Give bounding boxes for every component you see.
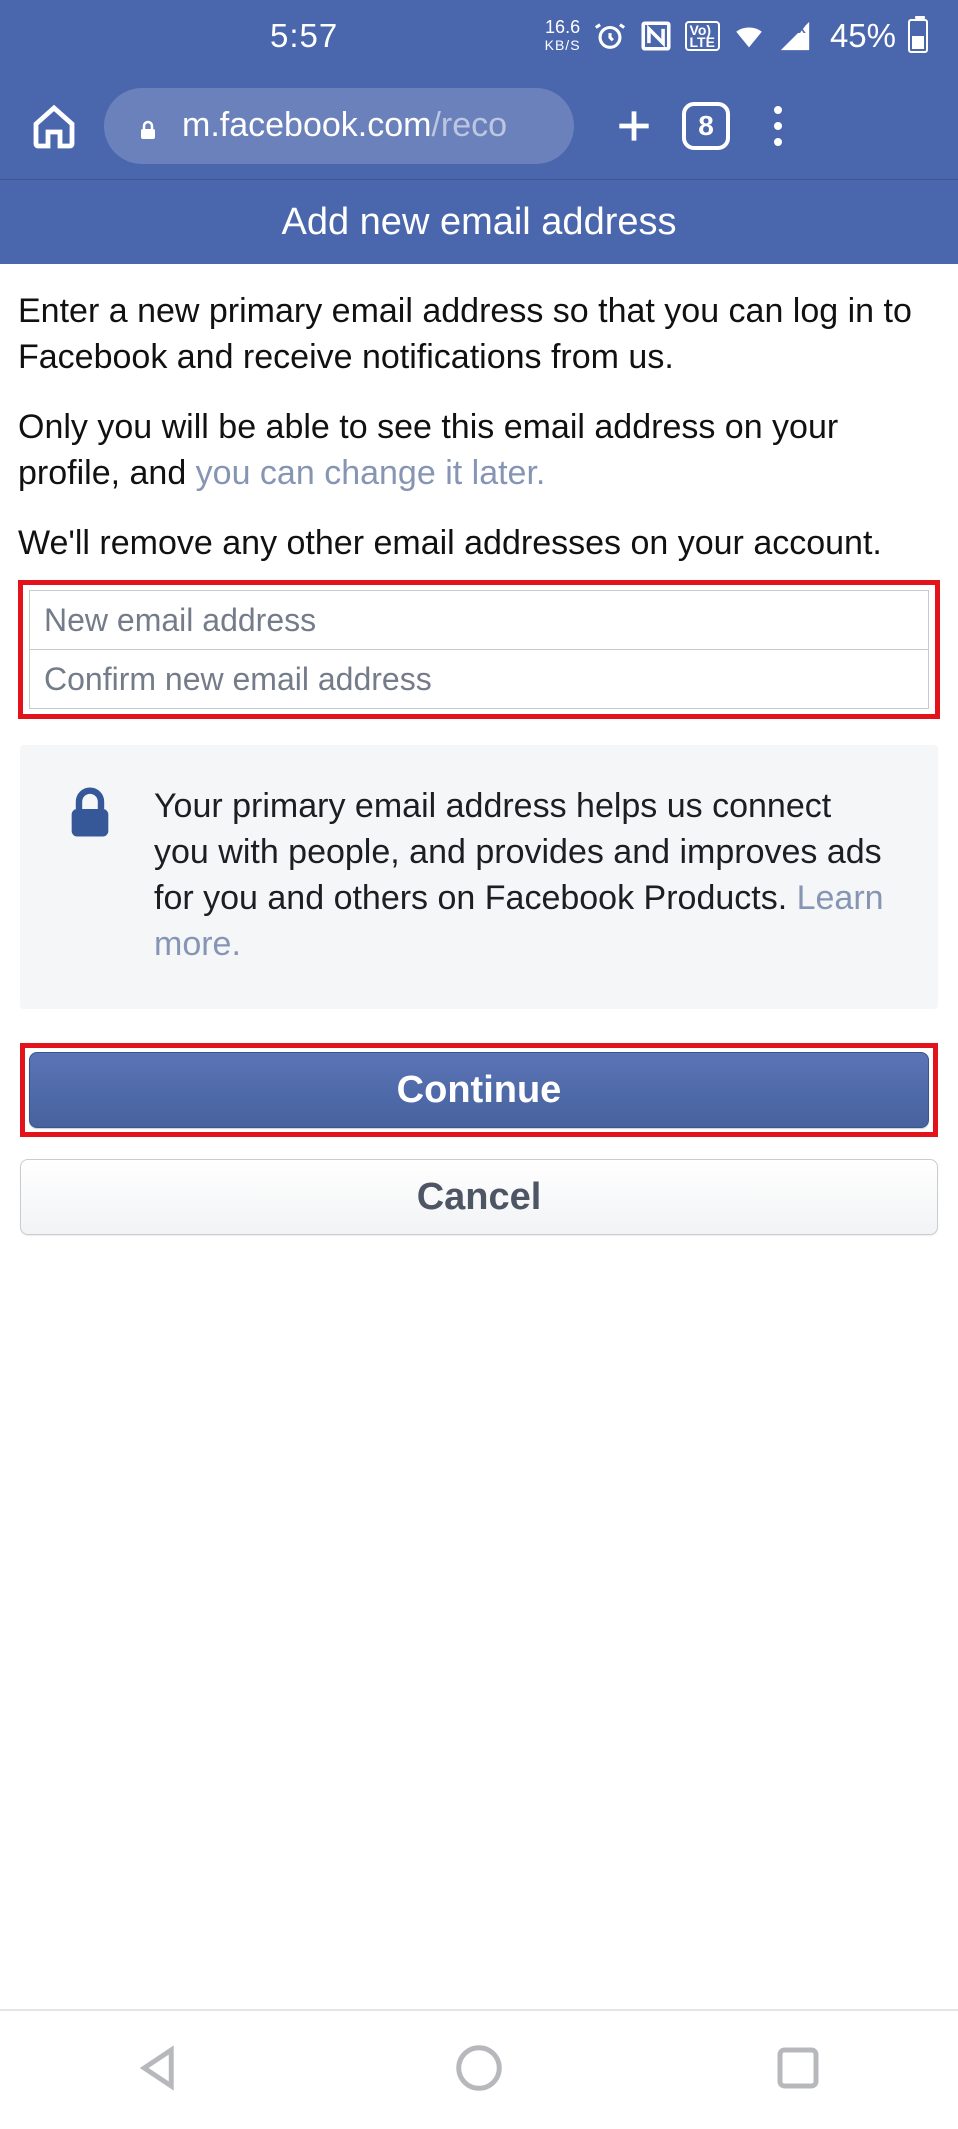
continue-button-highlight: Continue — [20, 1043, 938, 1137]
lock-icon — [136, 112, 160, 140]
url-text: m.facebook.com/reco — [182, 106, 507, 145]
browser-toolbar: m.facebook.com/reco 8 — [0, 72, 958, 180]
confirm-email-input[interactable] — [44, 650, 914, 708]
home-nav-button[interactable] — [452, 2041, 506, 2100]
change-later-link[interactable]: you can change it later. — [196, 454, 546, 492]
recent-apps-button[interactable] — [771, 2041, 825, 2100]
address-bar[interactable]: m.facebook.com/reco — [104, 88, 574, 164]
volte-icon: Vo)LTE — [685, 21, 720, 51]
battery-icon — [908, 19, 928, 53]
nfc-icon — [639, 19, 673, 53]
continue-button[interactable]: Continue — [29, 1052, 929, 1128]
confirm-email-field[interactable] — [29, 649, 929, 709]
new-tab-button[interactable] — [612, 104, 656, 148]
browser-menu-button[interactable] — [756, 104, 800, 148]
intro-paragraph-3: We'll remove any other email addresses o… — [18, 520, 940, 566]
email-fields-highlight — [18, 580, 940, 719]
signal-icon: x — [778, 19, 812, 53]
new-email-field[interactable] — [29, 590, 929, 650]
tab-switcher-button[interactable]: 8 — [682, 102, 730, 150]
privacy-lock-icon — [68, 787, 112, 839]
intro-paragraph-2: Only you will be able to see this email … — [18, 404, 940, 496]
privacy-info-text: Your primary email address helps us conn… — [154, 783, 890, 967]
clock-text: 5:57 — [270, 17, 338, 55]
new-email-input[interactable] — [44, 591, 914, 649]
android-status-bar: 5:57 16.6KB/S Vo)LTE x 45% — [0, 0, 958, 72]
page-title: Add new email address — [282, 201, 677, 244]
cancel-button[interactable]: Cancel — [20, 1159, 938, 1235]
android-nav-bar — [0, 2009, 958, 2129]
alarm-icon — [593, 19, 627, 53]
battery-percent: 45% — [830, 17, 896, 55]
wifi-icon — [732, 19, 766, 53]
page-title-bar: Add new email address — [0, 180, 958, 264]
intro-paragraph-1: Enter a new primary email address so tha… — [18, 288, 940, 380]
tab-count: 8 — [698, 110, 714, 142]
network-speed: 16.6KB/S — [545, 18, 581, 54]
back-button[interactable] — [133, 2041, 187, 2100]
home-button[interactable] — [30, 102, 78, 150]
privacy-info-box: Your primary email address helps us conn… — [20, 745, 938, 1009]
svg-text:x: x — [798, 21, 806, 37]
